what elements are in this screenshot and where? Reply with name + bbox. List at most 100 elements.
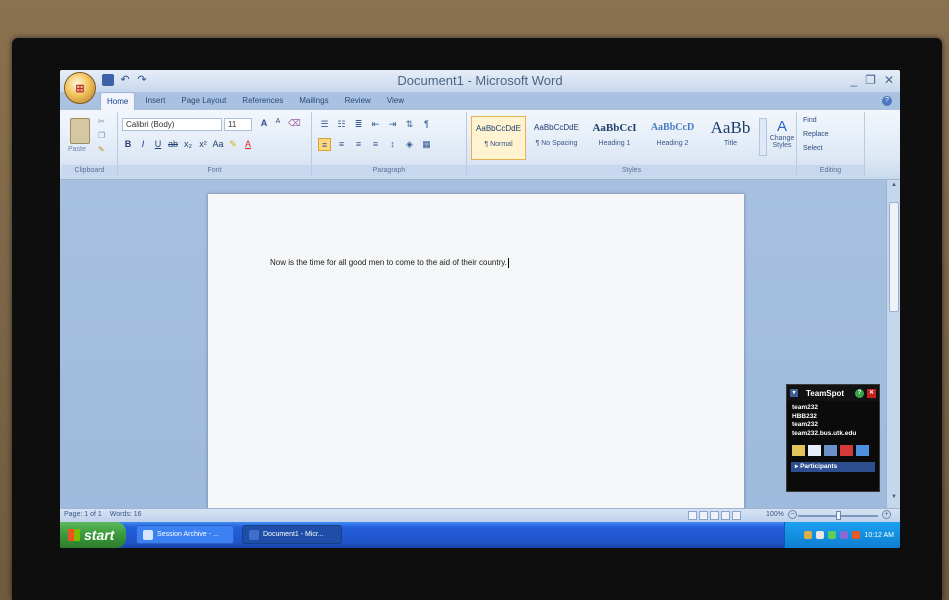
- close-icon[interactable]: ✕: [867, 388, 876, 398]
- multilevel-list-icon[interactable]: ≣: [352, 118, 365, 131]
- style-no-spacing[interactable]: AaBbCcDdE ¶ No Spacing: [529, 116, 584, 160]
- taskbar-item-label: Session Archive - ...: [157, 531, 219, 538]
- change-styles-button[interactable]: A Change Styles: [769, 118, 795, 149]
- outline-icon[interactable]: [721, 511, 730, 520]
- zoom-in-icon[interactable]: +: [882, 510, 891, 519]
- pointer-icon[interactable]: [856, 445, 869, 456]
- font-name-select[interactable]: Calibri (Body): [122, 118, 222, 131]
- font-color-icon[interactable]: A: [242, 138, 254, 151]
- select-button[interactable]: Select: [803, 145, 822, 152]
- style-heading-1[interactable]: AaBbCcI Heading 1: [587, 116, 642, 160]
- word-count[interactable]: Words: 16: [110, 511, 142, 518]
- font-size-select[interactable]: 11: [224, 118, 252, 131]
- document-icon[interactable]: [808, 445, 821, 456]
- taskbar-item-word[interactable]: Document1 - Micr...: [242, 525, 342, 544]
- scroll-thumb[interactable]: [889, 202, 899, 312]
- shading-icon[interactable]: ◈: [403, 138, 416, 151]
- style-heading-2[interactable]: AaBbCcD Heading 2: [645, 116, 700, 160]
- style-normal[interactable]: AaBbCcDdE ¶ Normal: [471, 116, 526, 160]
- justify-icon[interactable]: ≡: [369, 138, 382, 151]
- decrease-indent-icon[interactable]: ⇤: [369, 118, 382, 131]
- style-sample: AaBbCcD: [650, 122, 695, 133]
- find-button[interactable]: Find: [803, 117, 817, 124]
- folder-icon[interactable]: [792, 445, 805, 456]
- bullets-icon[interactable]: ☰: [318, 118, 331, 131]
- vertical-scrollbar[interactable]: ▲ ▼: [886, 180, 900, 508]
- tab-mailings[interactable]: Mailings: [293, 92, 334, 110]
- replace-button[interactable]: Replace: [803, 131, 829, 138]
- clear-formatting-icon[interactable]: ⌫: [288, 118, 301, 131]
- superscript-icon[interactable]: x²: [197, 138, 209, 151]
- change-case-icon[interactable]: Aa: [212, 138, 224, 151]
- scroll-down-icon[interactable]: ▼: [889, 494, 899, 504]
- paragraph-group: ☰ ☷ ≣ ⇤ ⇥ ⇅ ¶ ≡ ≡ ≡ ≡ ↕ ◈ ▦ Paragraph: [312, 112, 467, 176]
- minimize-icon[interactable]: _: [850, 73, 857, 87]
- format-painter-icon[interactable]: ✎: [98, 146, 108, 154]
- windows-logo-icon: [68, 529, 80, 541]
- align-center-icon[interactable]: ≡: [335, 138, 348, 151]
- maximize-icon[interactable]: ❐: [865, 73, 876, 87]
- print-layout-icon[interactable]: [688, 511, 697, 520]
- tab-review[interactable]: Review: [339, 92, 377, 110]
- document-text[interactable]: Now is the time for all good men to come…: [270, 258, 509, 268]
- zoom-slider-knob[interactable]: [836, 511, 841, 520]
- draft-icon[interactable]: [732, 511, 741, 520]
- clock[interactable]: 10:12 AM: [864, 532, 894, 539]
- underline-icon[interactable]: U: [152, 138, 164, 151]
- participants-button[interactable]: ▸ Participants: [791, 462, 875, 472]
- office-button[interactable]: ⊞: [64, 72, 96, 104]
- style-name: Title: [724, 140, 737, 147]
- help-icon[interactable]: ?: [855, 388, 864, 398]
- shrink-font-icon[interactable]: A: [272, 118, 284, 131]
- taskbar-item-label: Document1 - Micr...: [263, 531, 324, 538]
- page-count[interactable]: Page: 1 of 1: [64, 511, 102, 518]
- security-icon[interactable]: [852, 531, 861, 539]
- full-screen-reading-icon[interactable]: [699, 511, 708, 520]
- sort-icon[interactable]: ⇅: [403, 118, 416, 131]
- strikethrough-icon[interactable]: ab: [167, 138, 179, 151]
- tab-view[interactable]: View: [381, 92, 410, 110]
- paste-icon[interactable]: [70, 118, 90, 144]
- line-spacing-icon[interactable]: ↕: [386, 138, 399, 151]
- document-page[interactable]: Now is the time for all good men to come…: [208, 194, 744, 512]
- show-marks-icon[interactable]: ¶: [420, 118, 433, 131]
- bold-icon[interactable]: B: [122, 138, 134, 151]
- highlight-icon[interactable]: ✎: [227, 138, 239, 151]
- italic-icon[interactable]: I: [137, 138, 149, 151]
- increase-indent-icon[interactable]: ⇥: [386, 118, 399, 131]
- teamspot-panel: ▾ TeamSpot ? ✕ team232 HBB232 team232 te…: [786, 384, 880, 492]
- tab-home[interactable]: Home: [100, 92, 136, 110]
- zoom-slider[interactable]: [798, 511, 878, 520]
- align-right-icon[interactable]: ≡: [352, 138, 365, 151]
- align-left-icon[interactable]: ≡: [318, 138, 331, 151]
- close-icon[interactable]: ✕: [884, 73, 894, 87]
- numbering-icon[interactable]: ☷: [335, 118, 348, 131]
- stop-icon[interactable]: [840, 445, 853, 456]
- style-title[interactable]: AaBb Title: [703, 116, 758, 160]
- zoom-level[interactable]: 100%: [766, 511, 784, 518]
- tab-insert[interactable]: Insert: [139, 92, 171, 110]
- tray-icon[interactable]: [804, 531, 813, 539]
- network-icon[interactable]: [828, 531, 837, 539]
- tab-references[interactable]: References: [236, 92, 289, 110]
- web-layout-icon[interactable]: [710, 511, 719, 520]
- help-icon[interactable]: ?: [882, 96, 892, 106]
- tray-icon[interactable]: [816, 531, 825, 539]
- style-name: Heading 2: [656, 140, 689, 147]
- subscript-icon[interactable]: x₂: [182, 138, 194, 151]
- more-styles-scroller[interactable]: [759, 118, 767, 156]
- borders-icon[interactable]: ▦: [420, 138, 433, 151]
- copy-icon[interactable]: ❐: [98, 132, 108, 140]
- cut-icon[interactable]: ✂: [98, 118, 108, 126]
- chevron-down-icon[interactable]: ▾: [790, 389, 798, 397]
- grow-font-icon[interactable]: A: [258, 118, 270, 131]
- start-button[interactable]: start: [60, 522, 126, 548]
- paste-label[interactable]: Paste: [68, 146, 86, 153]
- archive-icon[interactable]: [824, 445, 837, 456]
- scroll-up-icon[interactable]: ▲: [889, 182, 899, 192]
- zoom-out-icon[interactable]: −: [788, 510, 797, 519]
- tab-page-layout[interactable]: Page Layout: [175, 92, 232, 110]
- taskbar-item-session-archive[interactable]: Session Archive - ...: [136, 525, 234, 544]
- start-label: start: [84, 527, 115, 543]
- volume-icon[interactable]: [840, 531, 849, 539]
